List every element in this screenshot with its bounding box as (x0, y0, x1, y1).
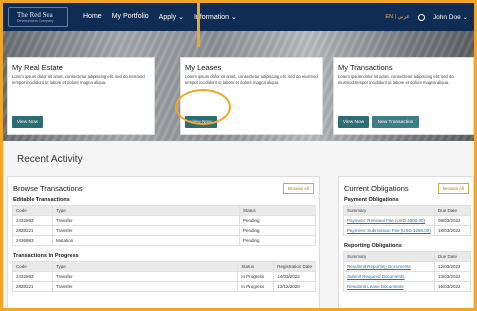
browse-transactions-panel: Browse Transactions Browse All Editable … (7, 176, 320, 308)
payment-obligations-title: Payment Obligations (344, 197, 399, 203)
cell-date: 12/12/2020 (273, 281, 316, 292)
table-row[interactable]: 2432893 Transfer Pending (12, 215, 316, 226)
cell-code: 2432893 (12, 271, 53, 282)
globe-icon[interactable] (417, 13, 425, 21)
highlight-ring (175, 89, 231, 125)
cell-status: In Progress (237, 271, 275, 282)
section-title: Recent Activity (17, 154, 83, 165)
cell-date: 12/03/2022 (434, 261, 471, 272)
col-status: Status (237, 261, 275, 272)
cell-code: 2432893 (12, 215, 53, 226)
card-title: My Real Estate (12, 63, 63, 72)
new-transaction-button[interactable]: New Transaction (372, 116, 419, 128)
top-navbar: The Red Sea Development Company Home My … (3, 3, 474, 31)
obligation-link[interactable]: Resubmit Reporting Documents (347, 264, 411, 269)
cell-date: 08/03/2022 (434, 215, 471, 226)
nav-information[interactable]: Information ⌄ (194, 13, 237, 21)
cell-code: 2436983 (12, 235, 53, 246)
in-progress-title: Transactions In Progress (13, 253, 79, 259)
col-code: Code (12, 205, 53, 216)
app-frame: The Red Sea Development Company Home My … (0, 0, 477, 311)
cell-date: 14/03/2022 (273, 271, 316, 282)
cell-type: Mutation (52, 235, 240, 246)
cell-type: Transfer (51, 281, 239, 292)
col-summary: Summary (343, 205, 435, 216)
table-row[interactable]: 2432893 Transfer In Progress 14/03/2022 (12, 271, 316, 282)
col-code: Code (12, 261, 53, 272)
cell-code: 2838221 (12, 225, 53, 236)
col-due-date: Due Date (434, 205, 471, 216)
nav-apply[interactable]: Apply ⌄ (159, 13, 184, 21)
cell-status: Pending (239, 215, 316, 226)
card-my-transactions: My Transactions Lorem ipsum dolor sit am… (333, 57, 474, 135)
table-row: Payment: Renewal Fee (USD 4500.00) 08/03/… (343, 215, 471, 226)
cell-date: 16/03/2022 (434, 281, 471, 292)
nav-apply-label: Apply (158, 14, 177, 21)
hero-banner: My Real Estate Lorem ipsum dolor sit ame… (3, 3, 474, 141)
col-type: Type (51, 261, 239, 272)
main-nav: Home My Portfolio Apply ⌄ Information ⌄ (83, 13, 247, 21)
reporting-obligations-title: Reporting Obligations (344, 243, 402, 249)
col-summary: Summary (343, 251, 435, 262)
table-row: Payment: Submission Fee (USD 1250.00) 18/… (343, 225, 471, 236)
obligation-link[interactable]: Resubmit Lease Documents (347, 284, 404, 289)
table-row[interactable]: 2838221 Transfer In Progress 12/12/2020 (12, 281, 316, 292)
cell-status: Pending (239, 235, 316, 246)
card-my-real-estate: My Real Estate Lorem ipsum dolor sit ame… (7, 57, 155, 135)
table-row: Resubmit Lease Documents 16/03/2022 (343, 281, 471, 292)
nav-home[interactable]: Home (83, 13, 102, 21)
nav-my-portfolio[interactable]: My Portfolio (112, 13, 149, 21)
table-row: Resubmit Reporting Documents 12/03/2022 (343, 261, 471, 272)
editable-transactions-title: Editable Transactions (13, 197, 70, 203)
current-obligations-panel: Current Obligations Browse All Payment O… (338, 176, 474, 308)
view-real-estate-button[interactable]: View Now (12, 116, 43, 128)
col-status: Status (239, 205, 316, 216)
in-progress-table: Code Type Status Registration Date 24328… (12, 261, 316, 292)
card-text: Lorem ipsum dolor sit amet, consectetur … (338, 74, 454, 85)
table-row[interactable]: 2436983 Mutation Pending (12, 235, 316, 246)
table-row[interactable]: 2838221 Transfer Pending (12, 225, 316, 236)
col-registration-date: Registration Date (273, 261, 316, 272)
cell-date: 13/03/2022 (434, 271, 471, 282)
logo[interactable]: The Red Sea Development Company (8, 7, 68, 27)
cell-date: 18/03/2022 (434, 225, 471, 236)
language-switch[interactable]: EN | عربي (385, 14, 410, 20)
table-row: Submit Required Documents 13/03/2022 (343, 271, 471, 282)
cell-code: 2838221 (12, 281, 53, 292)
card-text: Lorem ipsum dolor sit amet, consectetur … (12, 74, 145, 85)
browse-all-transactions-button[interactable]: Browse All (282, 183, 314, 194)
payment-obligations-table: Summary Due Date Payment: Renewal Fee (U… (343, 205, 471, 236)
card-title: My Leases (185, 63, 222, 72)
obligation-link[interactable]: Submit Required Documents (347, 274, 405, 279)
card-title: My Transactions (338, 63, 393, 72)
user-menu[interactable]: John Doe ⌄ (433, 13, 468, 21)
editable-transactions-table: Code Type Status 2432893 Transfer Pending … (12, 205, 316, 246)
logo-subtitle: Development Company (17, 19, 54, 23)
obligation-link[interactable]: Payment: Submission Fee (USD 1250.00) (347, 228, 431, 233)
browse-all-obligations-button[interactable]: Browse All (437, 183, 469, 194)
col-type: Type (52, 205, 240, 216)
cell-type: Transfer (51, 271, 239, 282)
panel-title: Browse Transactions (13, 184, 83, 193)
pointer-arrow (197, 3, 200, 47)
obligation-link[interactable]: Payment: Renewal Fee (USD 4500.00) (347, 218, 425, 223)
col-due-date: Due Date (434, 251, 471, 262)
cell-type: Transfer (52, 215, 240, 226)
recent-activity-section: Recent Activity Browse Transactions Brow… (3, 141, 474, 308)
panel-title: Current Obligations (344, 184, 409, 193)
logo-title: The Red Sea (17, 11, 53, 19)
cell-type: Transfer (52, 225, 240, 236)
cell-status: In Progress (237, 281, 275, 292)
reporting-obligations-table: Summary Due Date Resubmit Reporting Docu… (343, 251, 471, 292)
user-name: John Doe (432, 14, 461, 21)
cell-status: Pending (239, 225, 316, 236)
view-transactions-button[interactable]: View Now (338, 116, 369, 128)
card-text: Lorem ipsum dolor sit amet, consectetur … (185, 74, 318, 85)
